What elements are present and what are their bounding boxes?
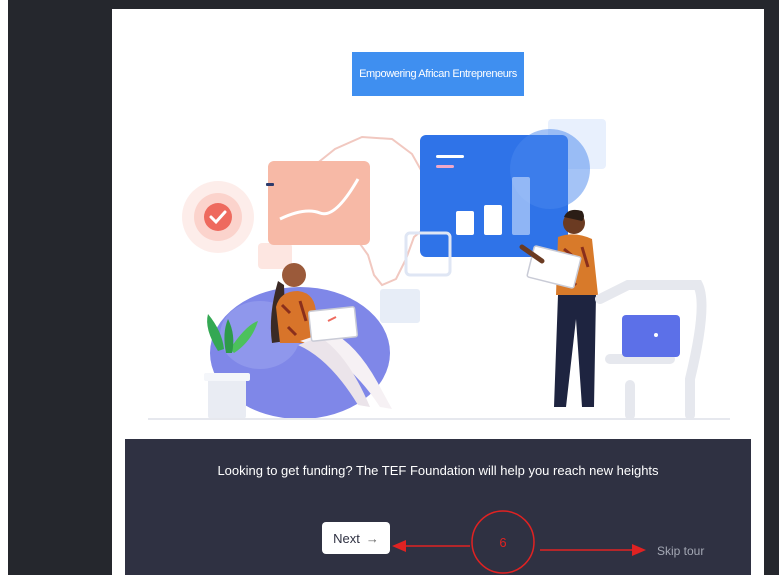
right-background-panel: [764, 0, 779, 575]
entrepreneurs-illustration: [148, 119, 730, 420]
next-button-label: Next: [333, 530, 360, 546]
onboarding-card: Empowering African Entrepreneurs Looking…: [112, 9, 764, 575]
plant-pot: [208, 377, 246, 419]
skip-tour-link[interactable]: Skip tour: [657, 544, 704, 558]
tour-message: Looking to get funding? The TEF Foundati…: [217, 463, 659, 478]
check-circle-icon: [204, 203, 232, 231]
next-button[interactable]: Next →: [322, 522, 390, 554]
arrow-right-icon: →: [365, 530, 379, 546]
tour-footer: Looking to get funding? The TEF Foundati…: [125, 439, 751, 575]
peach-chart-card: [268, 161, 370, 245]
tagline-banner: Empowering African Entrepreneurs: [352, 52, 524, 96]
window-top-border: [8, 0, 779, 9]
left-background-panel: [8, 0, 112, 575]
